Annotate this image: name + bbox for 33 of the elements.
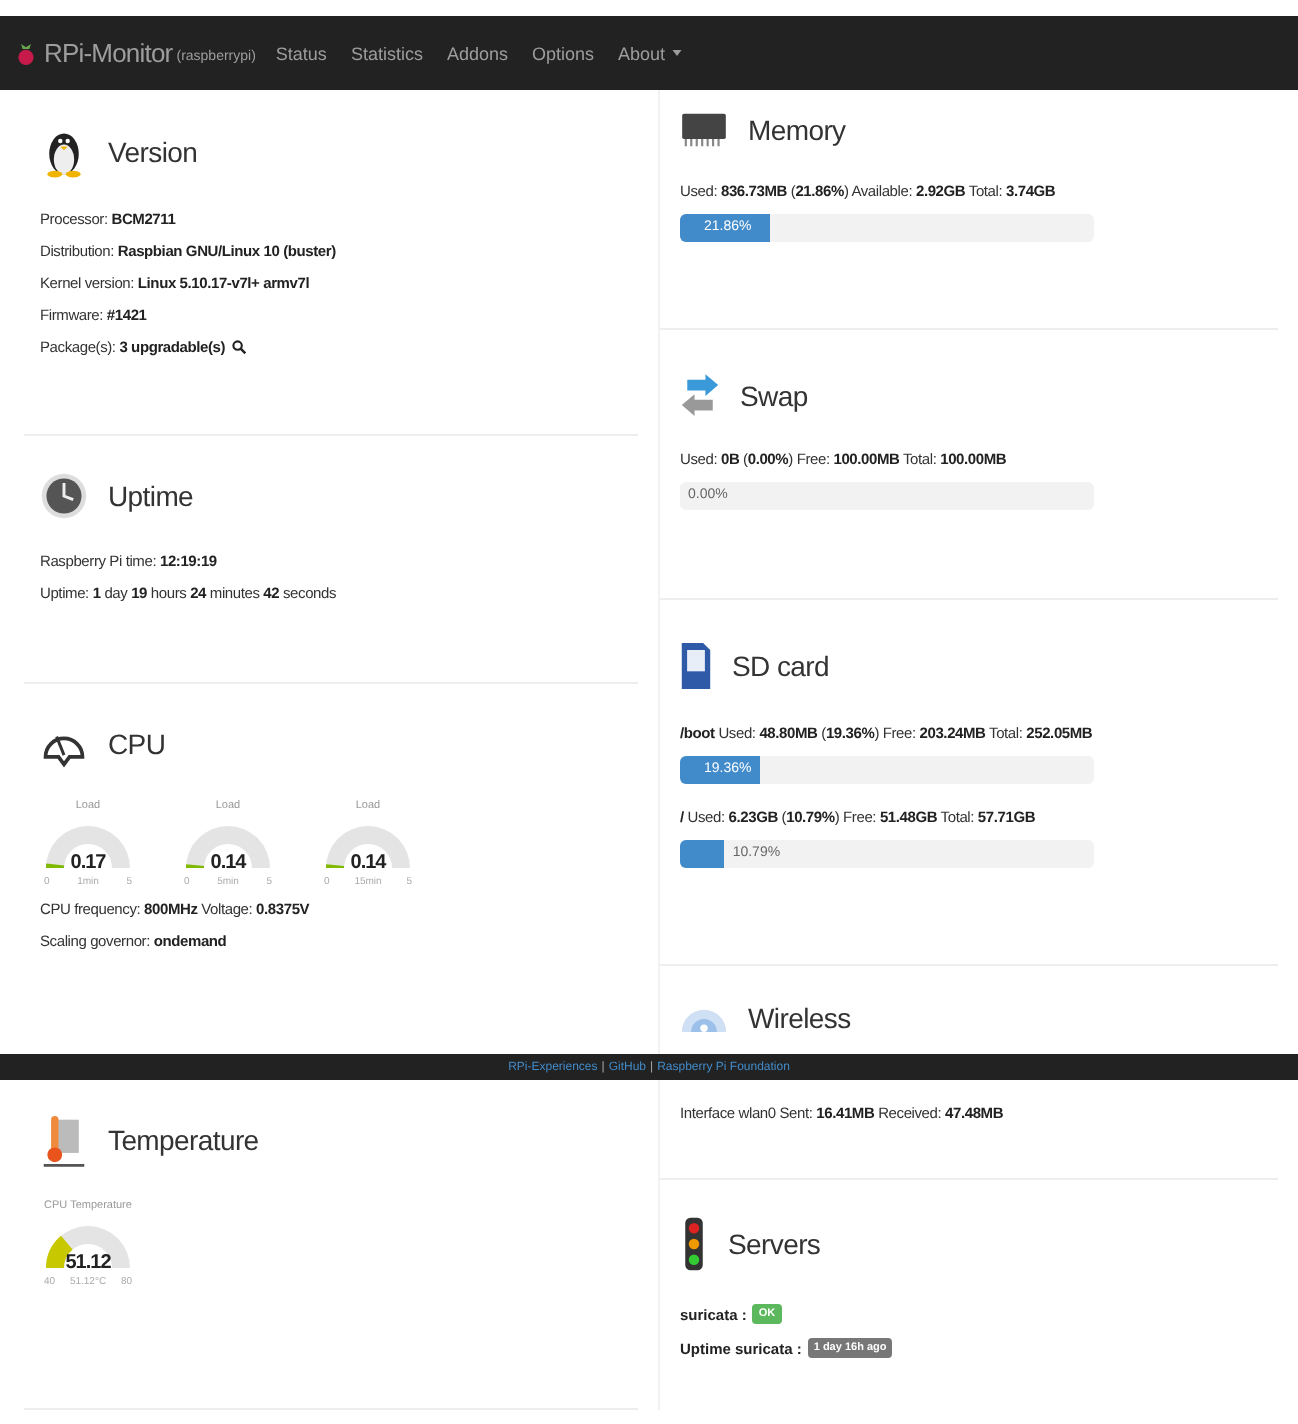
gauge-value: 0.14 [350, 852, 386, 874]
nav-link[interactable]: Addons [446, 43, 508, 63]
section-title: Swap [740, 380, 808, 412]
sd-card-icon [680, 640, 712, 692]
section-title: Version [108, 136, 198, 168]
thermometer-icon [40, 1112, 88, 1168]
brand-link[interactable]: RPi-Monitor [44, 38, 173, 68]
gauge-arc [324, 824, 412, 870]
section-title: CPU [108, 728, 166, 760]
gauge-arc [44, 1224, 132, 1270]
swap-arrows-icon [680, 374, 720, 418]
section-title: Uptime [108, 480, 194, 512]
memory-chip-icon [680, 110, 728, 150]
traffic-light-icon [680, 1216, 708, 1272]
section-title: Temperature [108, 1124, 259, 1156]
clock-icon [40, 472, 88, 520]
nav-link[interactable]: Status [275, 43, 327, 63]
gauge-value: 0.14 [210, 852, 246, 874]
section-title: SD card [732, 650, 829, 682]
section-title: Wireless [748, 1002, 851, 1034]
search-icon[interactable] [231, 340, 246, 354]
gauge-value: 0.17 [70, 852, 106, 874]
gauge-arc [184, 824, 272, 870]
wireless-icon [680, 1005, 728, 1031]
nav-link[interactable]: Statistics [350, 43, 423, 63]
raspberry-icon [16, 41, 36, 65]
gauge-arc [44, 824, 132, 870]
section-title: Servers [728, 1228, 821, 1260]
caret-icon [671, 50, 682, 56]
section-title: Memory [748, 114, 846, 146]
gauge-value: 51.12 [65, 1252, 111, 1274]
nav-link[interactable]: About [618, 43, 682, 63]
nav-link[interactable]: Options [531, 43, 595, 63]
